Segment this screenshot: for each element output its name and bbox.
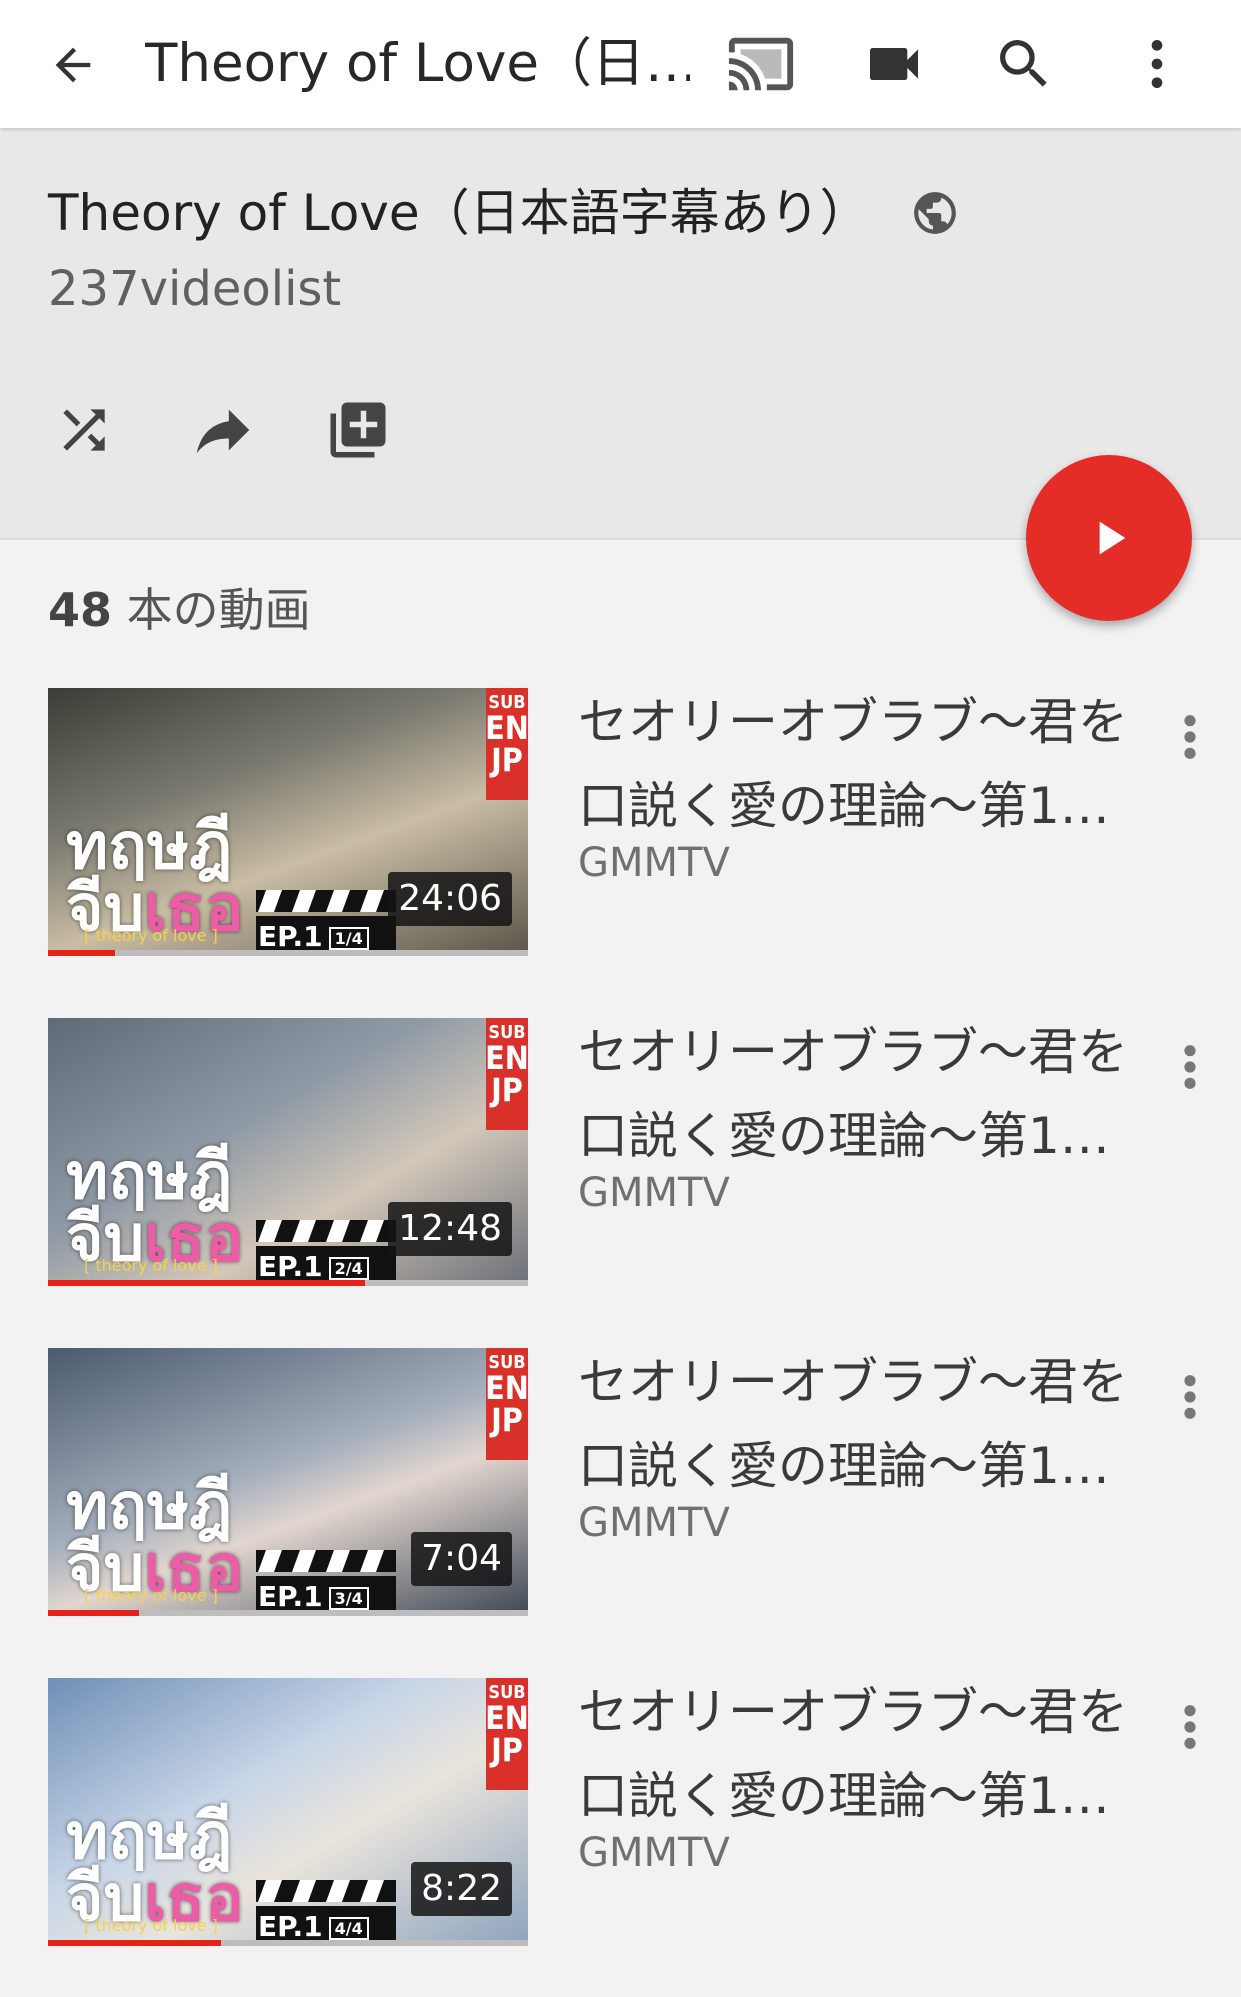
share-icon[interactable] [183, 390, 263, 470]
video-list-item[interactable]: SUB EN JP ทฤษฎี จีบเธอ [ theory of love … [0, 1018, 1241, 1308]
episode-label: EP.1 4/4 [258, 1910, 369, 1943]
video-list-item[interactable]: SUB EN JP ทฤษฎี จีบเธอ [ theory of love … [0, 688, 1241, 978]
app-bar: Theory of Love（日… [0, 0, 1241, 128]
play-icon [1099, 521, 1126, 555]
episode-part: 1/4 [328, 926, 369, 950]
cast-icon[interactable] [725, 28, 797, 100]
video-thumbnail[interactable]: SUB EN JP ทฤษฎี จีบเธอ [ theory of love … [48, 1678, 528, 1946]
badge-en: EN [485, 1369, 528, 1407]
video-channel: GMMTV [578, 1170, 730, 1216]
logo-tagline: [ theory of love ] [84, 926, 218, 945]
subtitle-badge: SUB EN JP [485, 1348, 528, 1460]
logo-tagline: [ theory of love ] [84, 1256, 218, 1275]
watch-progress-bar [48, 1610, 140, 1616]
badge-jp: JP [491, 1731, 523, 1769]
video-title-line-1: セオリーオブラブ〜君を [578, 1683, 1128, 1741]
video-more-icon[interactable] [1170, 1362, 1210, 1432]
show-logo: ทฤษฎี จีบเธอ [66, 1470, 244, 1601]
badge-jp: JP [491, 1401, 523, 1439]
episode-number: EP.1 [258, 1910, 323, 1943]
back-arrow-icon[interactable] [38, 30, 108, 100]
video-more-icon[interactable] [1170, 1032, 1210, 1102]
subtitle-badge: SUB EN JP [485, 688, 528, 800]
video-duration: 12:48 [388, 1202, 512, 1256]
subtitle-badge: SUB EN JP [485, 1678, 528, 1790]
show-logo: ทฤษฎี จีบเธอ [66, 1800, 244, 1931]
episode-label: EP.1 2/4 [258, 1250, 369, 1283]
logo-top: ทฤษฎี [66, 1140, 233, 1214]
video-camera-icon[interactable] [858, 28, 930, 100]
subtitle-badge: SUB EN JP [485, 1018, 528, 1130]
episode-number: EP.1 [258, 1580, 323, 1613]
play-all-button[interactable] [1026, 455, 1192, 621]
badge-en: EN [485, 1039, 528, 1077]
video-channel: GMMTV [578, 1500, 730, 1546]
search-icon[interactable] [988, 28, 1060, 100]
logo-top: ทฤษฎี [66, 1470, 233, 1544]
video-count: 48 本の動画 [48, 578, 311, 642]
video-title-line-1: セオリーオブラブ〜君を [578, 693, 1128, 751]
video-list-item[interactable]: SUB EN JP ทฤษฎี จีบเธอ [ theory of love … [0, 1678, 1241, 1968]
playlist-title: Theory of Love（日本語字幕あり） [48, 184, 870, 242]
shuffle-icon[interactable] [44, 390, 124, 470]
logo-top: ทฤษฎี [66, 810, 233, 884]
playlist-author[interactable]: 237videolist [48, 256, 341, 322]
video-title[interactable]: セオリーオブラブ〜君を 口説く愛の理論〜第1… [578, 1010, 1168, 1178]
video-title-line-1: セオリーオブラブ〜君を [578, 1023, 1128, 1081]
badge-en: EN [485, 709, 528, 747]
show-logo: ทฤษฎี จีบเธอ [66, 1140, 244, 1271]
video-thumbnail[interactable]: SUB EN JP ทฤษฎี จีบเธอ [ theory of love … [48, 688, 528, 956]
video-thumbnail[interactable]: SUB EN JP ทฤษฎี จีบเธอ [ theory of love … [48, 1018, 528, 1286]
watch-progress-bar [48, 950, 116, 956]
video-duration: 24:06 [388, 872, 512, 926]
watch-progress-bar [48, 1280, 365, 1286]
video-count-suffix: 本の動画 [112, 583, 311, 637]
show-logo: ทฤษฎี จีบเธอ [66, 810, 244, 941]
app-bar-title: Theory of Love（日… [145, 33, 690, 94]
video-more-icon[interactable] [1170, 702, 1210, 772]
globe-icon [910, 188, 960, 238]
video-thumbnail[interactable]: SUB EN JP ทฤษฎี จีบเธอ [ theory of love … [48, 1348, 528, 1616]
logo-tagline: [ theory of love ] [84, 1916, 218, 1935]
video-title[interactable]: セオリーオブラブ〜君を 口説く愛の理論〜第1… [578, 1340, 1168, 1508]
episode-part: 3/4 [328, 1586, 369, 1610]
video-duration: 7:04 [411, 1532, 512, 1586]
video-list-item[interactable]: SUB EN JP ทฤษฎี จีบเธอ [ theory of love … [0, 1348, 1241, 1638]
logo-tagline: [ theory of love ] [84, 1586, 218, 1605]
episode-label: EP.1 3/4 [258, 1580, 369, 1613]
more-vert-icon[interactable] [1121, 28, 1193, 100]
watch-progress-bar [48, 1940, 221, 1946]
video-duration: 8:22 [411, 1862, 512, 1916]
episode-label: EP.1 1/4 [258, 920, 369, 953]
video-title-line-1: セオリーオブラブ〜君を [578, 1353, 1128, 1411]
watch-progress-track [48, 950, 528, 956]
episode-part: 4/4 [328, 1916, 369, 1940]
episode-number: EP.1 [258, 1250, 323, 1283]
episode-number: EP.1 [258, 920, 323, 953]
badge-en: EN [485, 1699, 528, 1737]
video-more-icon[interactable] [1170, 1692, 1210, 1762]
video-channel: GMMTV [578, 840, 730, 886]
video-channel: GMMTV [578, 1830, 730, 1876]
episode-part: 2/4 [328, 1256, 369, 1280]
badge-jp: JP [491, 741, 523, 779]
add-to-playlist-icon[interactable] [318, 390, 398, 470]
logo-top: ทฤษฎี [66, 1800, 233, 1874]
badge-jp: JP [491, 1071, 523, 1109]
video-count-number: 48 [48, 583, 113, 637]
video-title[interactable]: セオリーオブラブ〜君を 口説く愛の理論〜第1… [578, 680, 1168, 848]
video-title[interactable]: セオリーオブラブ〜君を 口説く愛の理論〜第1… [578, 1670, 1168, 1838]
